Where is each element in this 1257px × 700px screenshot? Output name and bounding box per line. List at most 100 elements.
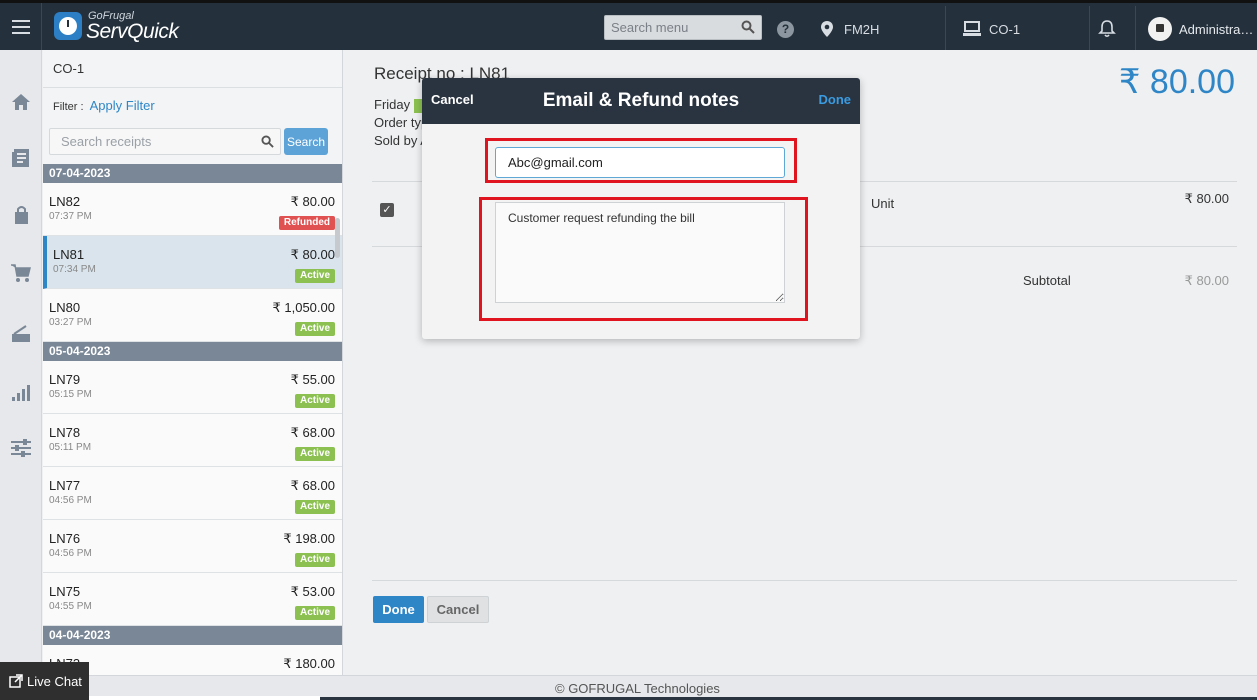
receipt-day: Friday <box>374 97 411 112</box>
brand-main: ServQuick <box>86 20 179 43</box>
receipt-amount: ₹ 80.00 <box>290 247 335 262</box>
clock-logo-icon <box>54 12 82 40</box>
modal-title: Email & Refund notes <box>542 90 740 111</box>
receipt-amount: ₹ 68.00 <box>290 478 335 493</box>
search-menu-input[interactable] <box>605 16 735 39</box>
receipt-time: 07:37 PM <box>49 211 92 222</box>
line-amount: ₹ 80.00 <box>1184 191 1229 206</box>
email-field[interactable] <box>495 147 785 178</box>
filter-row: Filter : Apply Filter <box>43 88 342 124</box>
settings-sliders-icon[interactable] <box>10 437 32 459</box>
computer-icon <box>963 21 981 36</box>
status-badge: Active <box>294 269 335 283</box>
receipt-number: LN80 <box>49 300 81 315</box>
list-scrollbar[interactable] <box>335 218 340 258</box>
refund-notes-field[interactable]: Customer request refunding the bill <box>495 202 785 303</box>
receipt-number: LN82 <box>49 194 81 209</box>
unit-label: Unit <box>871 196 895 211</box>
copyright: © GOFRUGAL Technologies <box>555 681 720 696</box>
divider <box>1135 6 1136 53</box>
divider <box>1089 6 1090 53</box>
location-pin-icon <box>821 21 833 37</box>
divider <box>372 580 1237 581</box>
receipt-amount: ₹ 180.00 <box>283 656 335 671</box>
receipt-time: 04:56 PM <box>49 548 92 559</box>
search-menu-box <box>604 15 762 40</box>
top-bar: GoFrugal ServQuick ? FM2H CO-1 Administr… <box>0 0 1257 53</box>
receipt-number: LN81 <box>53 247 85 262</box>
help-icon[interactable]: ? <box>777 21 794 38</box>
modal-header: Cancel Email & Refund notes Done <box>422 78 860 124</box>
status-badge: Active <box>294 500 335 514</box>
receipt-row[interactable]: LN78 05:11 PM ₹ 68.00 Active <box>43 414 342 467</box>
dish-icon[interactable] <box>10 322 32 344</box>
done-button[interactable]: Done <box>373 596 424 623</box>
subtotal-amount: ₹ 80.00 <box>1184 273 1229 288</box>
receipt-amount: ₹ 53.00 <box>290 584 335 599</box>
search-button[interactable]: Search <box>284 128 328 155</box>
search-icon[interactable] <box>261 135 274 148</box>
receipt-number: LN78 <box>49 425 81 440</box>
receipt-total: ₹ 80.00 <box>1118 63 1235 101</box>
status-badge: Active <box>294 606 335 620</box>
receipt-row[interactable]: LN75 04:55 PM ₹ 53.00 Active <box>43 573 342 626</box>
reports-icon[interactable] <box>10 381 32 403</box>
receipts-icon[interactable] <box>10 147 32 169</box>
cart-icon[interactable] <box>10 262 32 284</box>
receipt-row[interactable]: LN80 03:27 PM ₹ 1,050.00 Active <box>43 289 342 342</box>
divider <box>945 6 946 53</box>
app-logo[interactable]: GoFrugal ServQuick <box>54 10 184 44</box>
receipt-number: LN79 <box>49 372 81 387</box>
home-icon[interactable] <box>10 91 32 113</box>
email-highlight-box <box>485 138 797 183</box>
receipt-row-selected[interactable]: LN81 07:34 PM ₹ 80.00 Active <box>43 236 342 289</box>
cancel-button[interactable]: Cancel <box>427 596 489 623</box>
receipt-row[interactable]: LN79 05:15 PM ₹ 55.00 Active <box>43 361 342 414</box>
email-refund-modal: Cancel Email & Refund notes Done Custome… <box>422 78 860 339</box>
item-checkbox[interactable]: ✓ <box>380 203 394 217</box>
filter-label: Filter : <box>53 101 84 113</box>
hamburger-menu-button[interactable] <box>0 3 42 50</box>
date-header: 05-04-2023 <box>43 342 342 361</box>
list-counter: CO-1 <box>43 50 342 88</box>
status-badge: Active <box>294 447 335 461</box>
location-label: FM2H <box>844 21 880 37</box>
receipt-search-row: Search <box>43 124 342 164</box>
receipt-time: 04:55 PM <box>49 601 92 612</box>
bag-icon[interactable] <box>10 204 32 226</box>
search-receipts-input[interactable] <box>50 129 250 154</box>
date-header: 07-04-2023 <box>43 164 342 183</box>
status-badge: Refunded <box>278 216 335 230</box>
sold-by: Sold by A <box>374 133 429 148</box>
counter-selector[interactable]: CO-1 <box>962 15 1020 43</box>
bell-icon[interactable] <box>1098 19 1116 38</box>
modal-done-button[interactable]: Done <box>819 92 852 107</box>
external-link-icon <box>9 674 23 688</box>
receipt-amount: ₹ 1,050.00 <box>272 300 336 315</box>
date-header: 04-04-2023 <box>43 626 342 645</box>
receipt-row[interactable]: LN77 04:56 PM ₹ 68.00 Active <box>43 467 342 520</box>
user-menu[interactable]: Administra… <box>1148 15 1253 43</box>
counter-label: CO-1 <box>989 21 1021 37</box>
receipt-row[interactable]: LN82 07:37 PM ₹ 80.00 Refunded <box>43 183 342 236</box>
order-type: Order typ <box>374 115 429 130</box>
live-chat-button[interactable]: Live Chat <box>0 662 89 700</box>
receipt-row[interactable]: LN76 04:56 PM ₹ 198.00 Active <box>43 520 342 573</box>
footer-strip <box>88 696 320 700</box>
status-badge: Active <box>294 322 335 336</box>
receipt-amount: ₹ 55.00 <box>290 372 335 387</box>
receipt-time: 05:15 PM <box>49 389 92 400</box>
receipts-list-panel: CO-1 Filter : Apply Filter Search 07-04-… <box>43 50 343 700</box>
search-icon[interactable] <box>741 20 755 34</box>
receipt-day-row: Friday <box>374 97 427 113</box>
receipt-amount: ₹ 80.00 <box>290 194 335 209</box>
receipt-search-box <box>49 128 281 155</box>
status-badge: Active <box>294 394 335 408</box>
location-selector[interactable]: FM2H <box>820 15 879 43</box>
receipt-time: 04:56 PM <box>49 495 92 506</box>
user-name: Administra… <box>1179 21 1254 37</box>
receipt-amount: ₹ 198.00 <box>283 531 335 546</box>
apply-filter-link[interactable]: Apply Filter <box>90 98 155 113</box>
left-nav <box>0 50 42 700</box>
receipt-number: LN76 <box>49 531 81 546</box>
